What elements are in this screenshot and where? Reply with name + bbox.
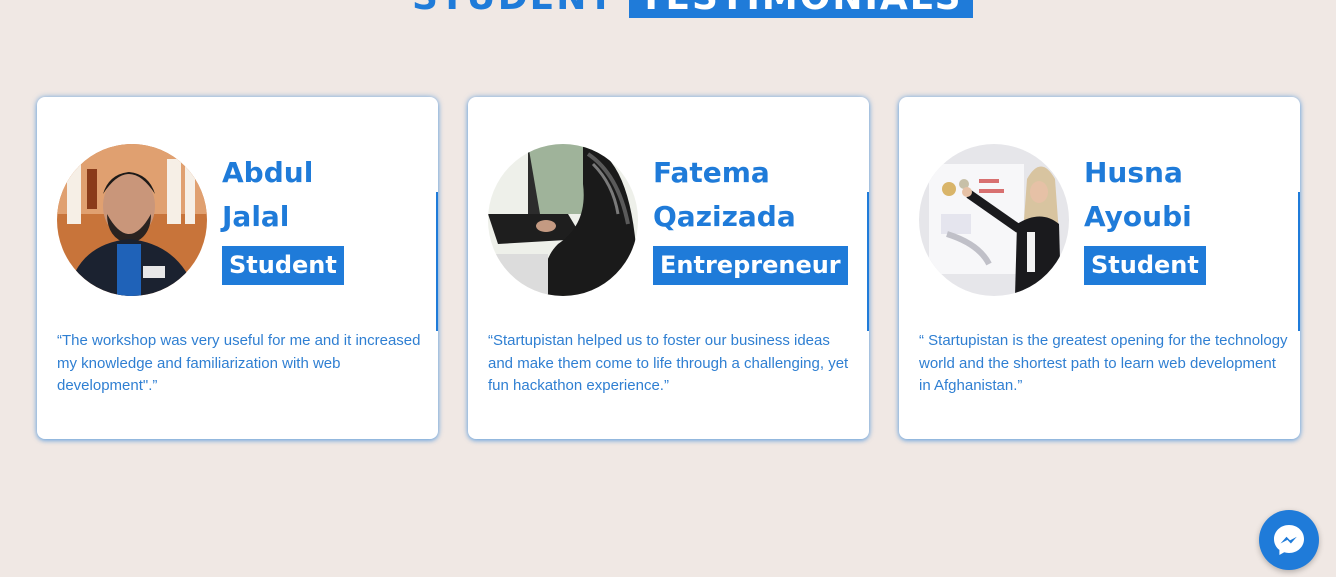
avatar (919, 144, 1069, 296)
avatar (488, 144, 638, 296)
role-badge: Student (222, 246, 344, 285)
first-name: Husna (1084, 156, 1183, 189)
role-badge: Student (1084, 246, 1206, 285)
entrepreneur-photo-icon (488, 144, 638, 296)
last-name: Qazizada (653, 200, 796, 233)
messenger-icon (1274, 525, 1304, 555)
section-title-part1: STUDENT (412, 0, 615, 18)
testimonial-quote: “Startupistan helped us to foster our bu… (488, 332, 849, 394)
avatar (57, 144, 207, 296)
person-name: Husna Ayoubi (1084, 151, 1284, 239)
section-title-highlight: TESTIMONIALS (628, 0, 973, 18)
role-badge: Entrepreneur (653, 246, 848, 285)
first-name: Abdul (222, 156, 314, 189)
last-name: Jalal (222, 200, 290, 233)
person-name: Fatema Qazizada (653, 151, 853, 239)
accent-bar (1298, 192, 1300, 331)
student-photo-icon (57, 144, 207, 296)
testimonial-card: Abdul Jalal Student “The workshop was ve… (37, 97, 438, 439)
first-name: Fatema (653, 156, 770, 189)
person-name: Abdul Jalal (222, 151, 422, 239)
testimonial-card: Fatema Qazizada Entrepreneur “Startupist… (468, 97, 869, 439)
presenter-photo-icon (919, 144, 1069, 296)
accent-bar (867, 192, 869, 331)
testimonial-quote: “ Startupistan is the greatest opening f… (919, 332, 1288, 394)
testimonial-card: Husna Ayoubi Student “ Startupistan is t… (899, 97, 1300, 439)
last-name: Ayoubi (1084, 200, 1192, 233)
testimonial-quote: “The workshop was very useful for me and… (57, 332, 421, 394)
messenger-chat-button[interactable] (1259, 510, 1319, 570)
section-title: STUDENT TESTIMONIALS (412, 0, 973, 18)
accent-bar (436, 192, 438, 331)
